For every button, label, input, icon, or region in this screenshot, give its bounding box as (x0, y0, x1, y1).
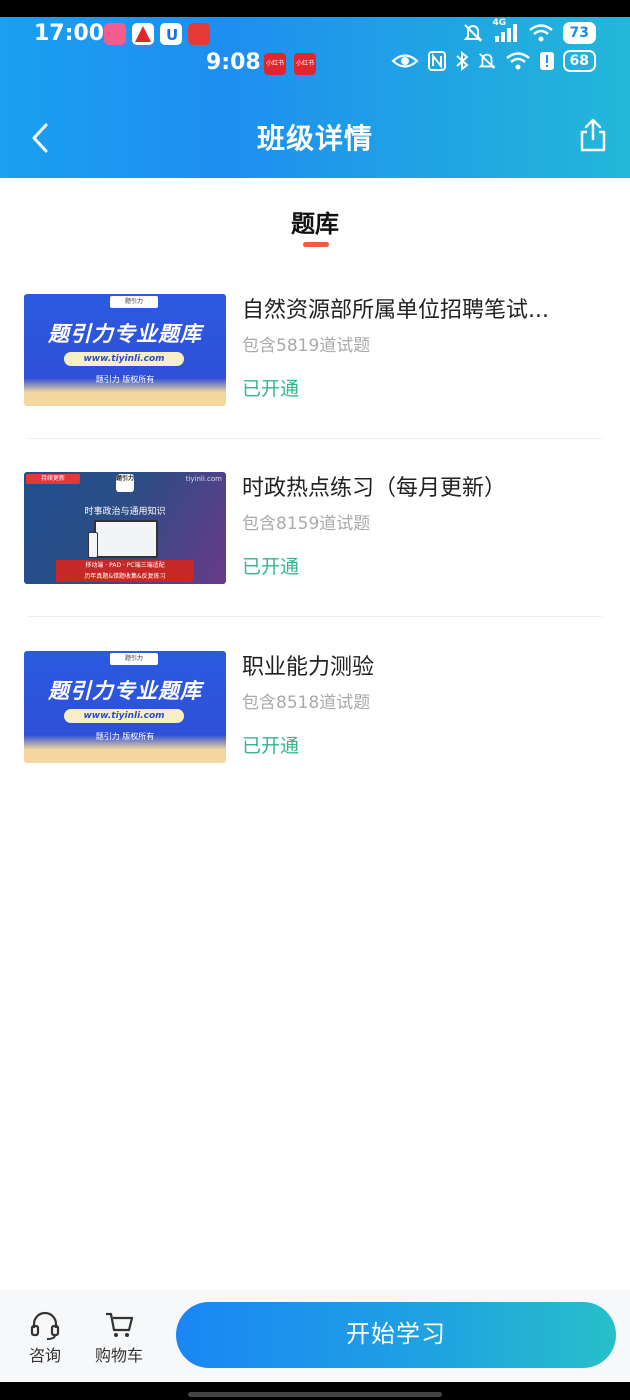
home-indicator[interactable] (188, 1392, 442, 1397)
game-app-icon (188, 23, 210, 45)
thumbnail-brand: 题引力 (110, 653, 158, 665)
thumbnail-site: tiyinli.com (185, 475, 222, 483)
svg-text:U: U (166, 26, 178, 44)
thumbnail-url: www.tiyinli.com (64, 352, 184, 366)
signal-icon: 4G (493, 18, 519, 44)
battery-primary: 73 (562, 22, 596, 44)
status-time-secondary: 9:08 (206, 50, 261, 75)
thumbnail-logo: 题引力 (116, 474, 134, 492)
cart-icon (106, 1312, 134, 1337)
course-thumbnail: 题引力 题引力专业题库 www.tiyinli.com 题引力 版权所有 (24, 294, 226, 406)
course-status: 已开通 (242, 556, 300, 578)
bottom-action-bar: 咨询 购物车 开始学习 (0, 1290, 630, 1382)
status-app-icons: U (104, 23, 210, 45)
divider (28, 616, 602, 617)
page-title: 班级详情 (256, 122, 373, 155)
alert-icon (539, 52, 554, 70)
wifi-icon-2 (505, 52, 530, 70)
bilibili-app-icon (104, 23, 126, 45)
consult-button[interactable]: 咨询 (15, 1310, 75, 1366)
u-app-icon: U (160, 23, 182, 45)
course-thumbnail: 持续更新 题引力 tiyinli.com 时事政治与通用知识 移动端 · PAD… (24, 472, 226, 584)
course-question-count: 包含5819道试题 (242, 336, 371, 356)
bluetooth-icon (455, 50, 469, 72)
header: 17:00 U 4G 73 9:08 小红书 小红书 68 班级详情 (0, 17, 630, 178)
top-black-bar (0, 0, 630, 17)
cart-button[interactable]: 购物车 (89, 1310, 149, 1366)
thumbnail-banner-line1: 移动端 · PAD · PC端三端适配 (85, 562, 165, 569)
battery-secondary: 68 (562, 50, 596, 72)
a-app-icon (132, 23, 154, 45)
thumbnail-screen-graphic (94, 520, 158, 558)
eye-icon (390, 54, 419, 68)
xiaohongshu-app-icon-2: 小红书 (294, 53, 316, 75)
thumbnail-banner: 移动端 · PAD · PC端三端适配 历年真题&错题收集&反复练习 (56, 560, 194, 582)
thumbnail-copyright: 题引力 版权所有 (95, 375, 155, 384)
xiaohongshu-app-icon: 小红书 (264, 53, 286, 75)
thumbnail-title: 题引力专业题库 (48, 322, 202, 346)
headset-icon (30, 1311, 60, 1340)
cart-label: 购物车 (94, 1346, 143, 1365)
nfc-icon (427, 51, 446, 71)
course-thumbnail: 题引力 题引力专业题库 www.tiyinli.com 题引力 版权所有 (24, 651, 226, 763)
share-button[interactable] (578, 117, 608, 153)
bottom-black-bar (0, 1382, 630, 1400)
thumbnail-brand: 题引力 (110, 296, 158, 308)
wifi-icon (528, 24, 553, 42)
course-status: 已开通 (242, 378, 300, 400)
thumbnail-phone-graphic (88, 532, 98, 558)
course-item[interactable]: 题引力 题引力专业题库 www.tiyinli.com 题引力 版权所有 自然资… (24, 294, 604, 406)
tab-question-bank[interactable]: 题库 (0, 204, 630, 239)
status-icons-primary: 4G 73 (462, 18, 596, 44)
course-title: 自然资源部所属单位招聘笔试... (242, 298, 549, 323)
course-item[interactable]: 持续更新 题引力 tiyinli.com 时事政治与通用知识 移动端 · PAD… (24, 472, 604, 584)
status-time: 17:00 (34, 21, 105, 46)
thumbnail-banner-line2: 历年真题&错题收集&反复练习 (84, 573, 166, 580)
bell-muted-icon-2 (477, 53, 496, 69)
divider (28, 438, 602, 439)
tab-bar: 题库 (0, 178, 630, 258)
bell-muted-icon (463, 24, 482, 42)
thumbnail-title: 题引力专业题库 (48, 679, 202, 703)
course-title: 职业能力测验 (242, 655, 375, 680)
course-item[interactable]: 题引力 题引力专业题库 www.tiyinli.com 题引力 版权所有 职业能… (24, 651, 604, 763)
course-question-count: 包含8518道试题 (242, 693, 371, 713)
tab-active-indicator (303, 242, 329, 247)
consult-label: 咨询 (28, 1346, 61, 1365)
thumbnail-subtitle: 时事政治与通用知识 (84, 507, 166, 517)
status-icons-secondary: 68 (390, 50, 596, 72)
course-title: 时政热点练习（每月更新） (242, 476, 507, 501)
course-question-count: 包含8159道试题 (242, 514, 371, 534)
thumbnail-tag: 持续更新 (26, 474, 80, 484)
status-bar-secondary: 9:08 小红书 小红书 68 (0, 47, 630, 83)
course-status: 已开通 (242, 735, 300, 757)
thumbnail-copyright: 题引力 版权所有 (95, 732, 155, 741)
thumbnail-url: www.tiyinli.com (64, 709, 184, 723)
start-learning-button[interactable]: 开始学习 (176, 1302, 616, 1368)
